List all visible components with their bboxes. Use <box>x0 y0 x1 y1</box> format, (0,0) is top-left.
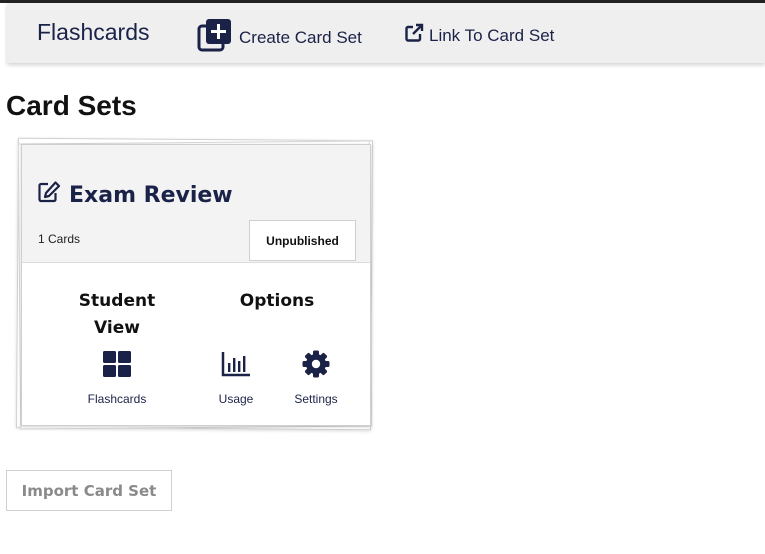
card-count: 1 Cards <box>38 232 81 246</box>
flashcards-button[interactable]: Flashcards <box>77 350 157 406</box>
grid-icon <box>102 350 132 383</box>
create-card-set-link[interactable]: Create Card Set <box>197 17 362 58</box>
navbar: Flashcards Create Card Set Link To Card … <box>7 3 765 63</box>
gear-icon <box>302 350 330 383</box>
card-set-card: Exam Review 1 Cards Unpublished Student … <box>21 144 371 426</box>
settings-button[interactable]: Settings <box>286 350 346 406</box>
import-card-set-button[interactable]: Import Card Set <box>6 470 172 511</box>
student-view-heading: Student View <box>78 291 156 338</box>
usage-label: Usage <box>218 392 254 406</box>
link-to-card-set-link[interactable]: Link To Card Set <box>404 23 554 48</box>
publish-status-button[interactable]: Unpublished <box>249 220 356 261</box>
edit-pencil-icon <box>37 181 61 209</box>
card-set-title: Exam Review <box>69 182 233 208</box>
link-to-card-set-label: Link To Card Set <box>429 25 555 45</box>
create-card-set-label: Create Card Set <box>239 27 362 47</box>
card-set-title-link[interactable]: Exam Review <box>37 181 233 209</box>
card-set-header: Exam Review 1 Cards Unpublished <box>22 145 370 263</box>
brand-title[interactable]: Flashcards <box>37 19 149 46</box>
settings-label: Settings <box>294 392 338 406</box>
bar-chart-icon <box>221 350 251 383</box>
external-link-icon <box>404 23 424 48</box>
plus-square-stack-icon <box>197 17 233 58</box>
usage-button[interactable]: Usage <box>206 350 266 406</box>
flashcards-label: Flashcards <box>87 392 147 406</box>
page-title: Card Sets <box>6 90 137 121</box>
options-heading: Options <box>239 291 315 311</box>
